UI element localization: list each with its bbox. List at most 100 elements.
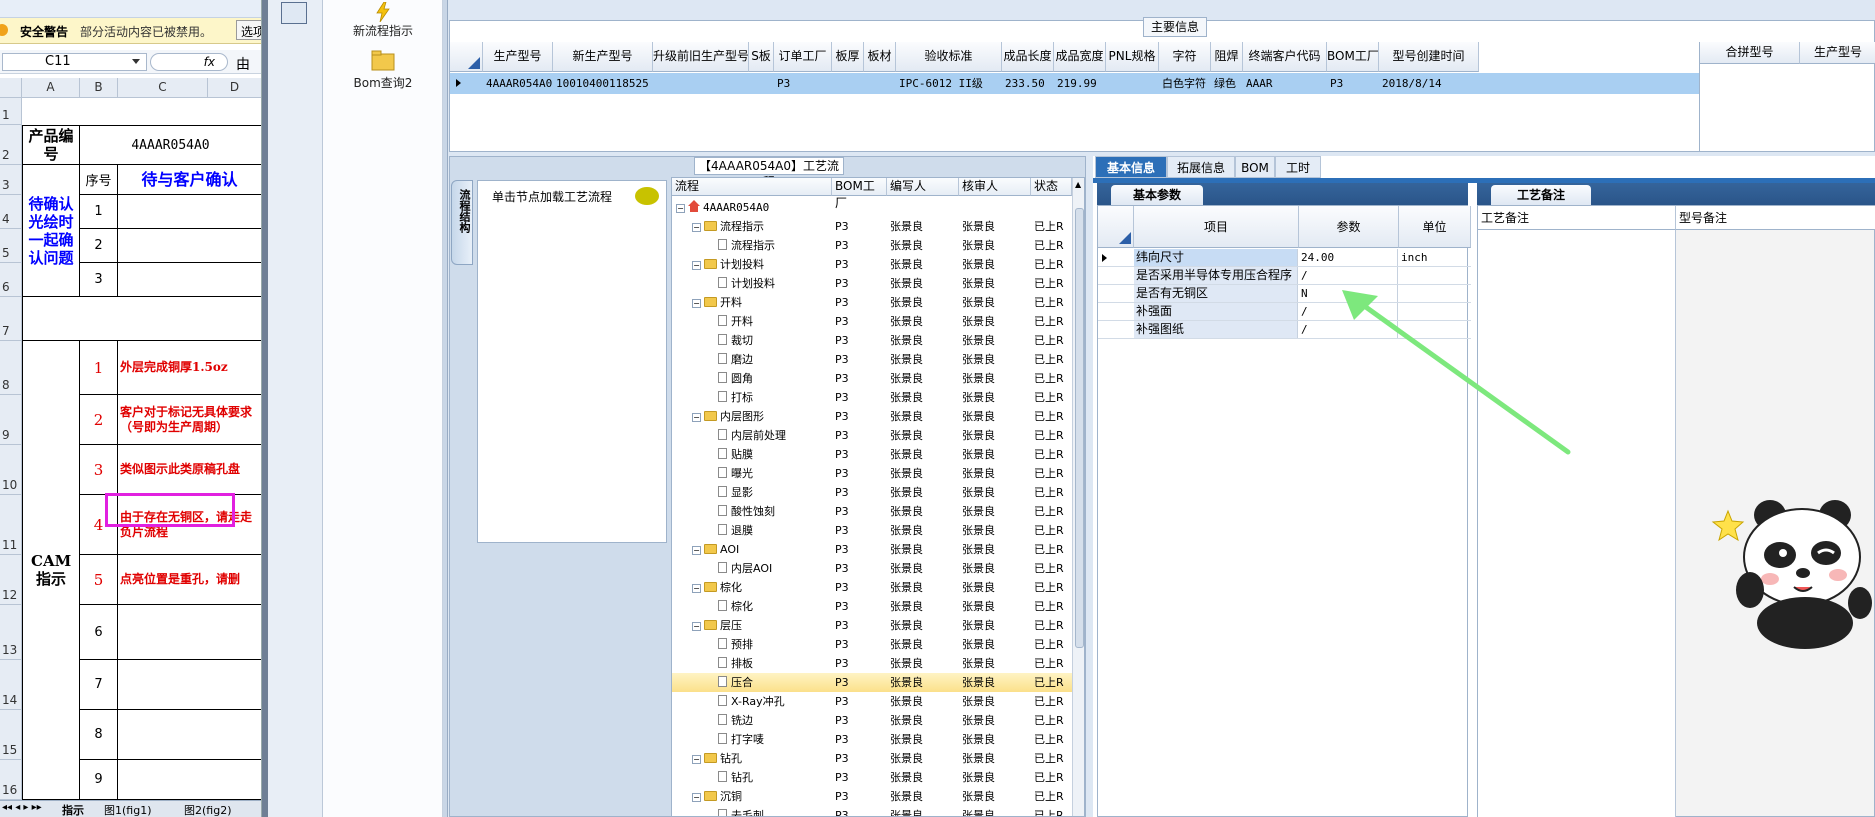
table-cell[interactable]	[864, 73, 896, 94]
tree-leaf-node[interactable]: 打标	[718, 388, 753, 407]
column-header[interactable]: 状态	[1031, 178, 1072, 196]
tree-folder-node[interactable]: − 沉铜	[692, 787, 742, 806]
table-cell[interactable]: 2018/8/14	[1379, 73, 1479, 94]
column-header[interactable]: A	[22, 78, 80, 98]
nav-new-process[interactable]: 新流程指示	[323, 1, 443, 39]
column-header[interactable]: 参数	[1299, 206, 1399, 248]
tree-row[interactable]: 打标 P3 张景良 张景良 已上R	[672, 388, 1072, 407]
collapse-icon[interactable]: −	[692, 755, 701, 764]
tree-folder-node[interactable]: − 层压	[692, 616, 742, 635]
row-header[interactable]: 4	[0, 195, 22, 229]
sheet-tab[interactable]: 图1(fig1)	[104, 802, 152, 817]
table-cell[interactable]: 白色字符	[1159, 73, 1211, 94]
cam-text-cell[interactable]	[118, 760, 261, 800]
param-value[interactable]: 24.00	[1299, 249, 1398, 266]
scrollbar-thumb[interactable]	[1075, 208, 1084, 648]
row-header[interactable]: 15	[0, 710, 22, 760]
tree-leaf-node[interactable]: 压合	[718, 673, 753, 692]
column-header[interactable]: BOM工厂	[832, 178, 887, 210]
tree-row[interactable]: 钻孔 P3 张景良 张景良 已上R	[672, 768, 1072, 787]
param-row[interactable]: 纬向尺寸 24.00 inch	[1098, 249, 1471, 267]
column-header[interactable]: 流程	[672, 178, 832, 196]
row-header[interactable]: 16	[0, 760, 22, 800]
cell[interactable]	[118, 229, 261, 263]
tree-leaf-node[interactable]: X-Ray冲孔	[718, 692, 785, 711]
insert-function-button[interactable]: fx	[150, 53, 228, 71]
tree-folder-node[interactable]: − 流程指示	[692, 217, 764, 236]
remark-title[interactable]: 工艺备注	[1491, 185, 1591, 205]
table-cell[interactable]: P3	[774, 73, 832, 94]
collapse-icon[interactable]: −	[692, 546, 701, 555]
column-header[interactable]: 升级前旧生产型号	[653, 42, 749, 72]
collapse-icon[interactable]: −	[692, 261, 701, 270]
column-header[interactable]: 编写人	[887, 178, 959, 196]
row-header[interactable]: 7	[0, 297, 22, 341]
cam-text-cell[interactable]	[118, 710, 261, 760]
column-header[interactable]: 成品宽度	[1054, 42, 1106, 72]
tree-leaf-node[interactable]: 排板	[718, 654, 753, 673]
collapse-icon[interactable]: −	[692, 793, 701, 802]
tree-row[interactable]: 退膜 P3 张景良 张景良 已上R	[672, 521, 1072, 540]
sheet-tab[interactable]: 图2(fig2)	[184, 802, 232, 817]
tree-row[interactable]: 显影 P3 张景良 张景良 已上R	[672, 483, 1072, 502]
tree-row[interactable]: − 流程指示 P3 张景良 张景良 已上R	[672, 217, 1072, 236]
column-header[interactable]: 板厚	[832, 42, 864, 72]
row-header[interactable]: 6	[0, 263, 22, 297]
column-header[interactable]: 生产型号	[1800, 42, 1875, 64]
tree-leaf-node[interactable]: 棕化	[718, 597, 753, 616]
table-cell[interactable]	[653, 73, 749, 94]
tree-row[interactable]: 内层AOI P3 张景良 张景良 已上R	[672, 559, 1072, 578]
tree-row[interactable]: 计划投料 P3 张景良 张景良 已上R	[672, 274, 1072, 293]
tree-leaf-node[interactable]: 裁切	[718, 331, 753, 350]
param-title[interactable]: 基本参数	[1111, 185, 1203, 205]
chevron-down-icon[interactable]	[132, 59, 140, 64]
cam-num-cell[interactable]: 1	[80, 341, 118, 395]
cell[interactable]	[118, 195, 261, 229]
column-header[interactable]: 核审人	[959, 178, 1031, 196]
cam-num-cell[interactable]: 8	[80, 710, 118, 760]
tree-leaf-node[interactable]: 曝光	[718, 464, 753, 483]
row-header[interactable]: 9	[0, 395, 22, 445]
collapse-icon[interactable]: −	[692, 223, 701, 232]
tree-row[interactable]: − 沉铜 P3 张景良 张景良 已上R	[672, 787, 1072, 806]
table-cell[interactable]: AAAR	[1243, 73, 1327, 94]
table-cell[interactable]: P3	[1327, 73, 1379, 94]
sheet-nav-arrows[interactable]: ◂◂ ◂ ▸ ▸▸	[2, 802, 42, 813]
tree-folder-node[interactable]: − 计划投料	[692, 255, 764, 274]
tree-leaf-node[interactable]: 贴膜	[718, 445, 753, 464]
tree-row[interactable]: − 计划投料 P3 张景良 张景良 已上R	[672, 255, 1072, 274]
row-header[interactable]: 5	[0, 229, 22, 263]
table-cell[interactable]	[749, 73, 774, 94]
tree-leaf-node[interactable]: 钻孔	[718, 768, 753, 787]
row-header[interactable]: 11	[0, 495, 22, 555]
tree-leaf-node[interactable]: 预排	[718, 635, 753, 654]
tree-leaf-node[interactable]: 流程指示	[718, 236, 775, 255]
cam-num-cell[interactable]: 6	[80, 605, 118, 660]
column-header[interactable]: 工艺备注	[1478, 206, 1676, 230]
collapse-icon[interactable]: −	[692, 584, 701, 593]
column-header[interactable]: 型号备注	[1676, 206, 1875, 230]
row-header[interactable]: 1	[0, 98, 22, 125]
cell[interactable]	[22, 297, 261, 341]
nav-bom-query[interactable]: Bom查询2	[323, 48, 443, 91]
tab-extended-info[interactable]: 拓展信息	[1167, 156, 1235, 178]
tree-leaf-node[interactable]: 打字唛	[718, 730, 764, 749]
cam-text-cell[interactable]: 点亮位置是重孔，请删	[118, 555, 261, 605]
tree-row[interactable]: 内层前处理 P3 张景良 张景良 已上R	[672, 426, 1072, 445]
tree-folder-node[interactable]: − 棕化	[692, 578, 742, 597]
tree-row[interactable]: 打字唛 P3 张景良 张景良 已上R	[672, 730, 1072, 749]
warning-options-button[interactable]: 选项	[236, 20, 261, 40]
tab-work-hours[interactable]: 工时	[1275, 156, 1321, 178]
column-header[interactable]: 阻焊	[1211, 42, 1243, 72]
tree-row[interactable]: 酸性蚀刻 P3 张景良 张景良 已上R	[672, 502, 1072, 521]
tree-row[interactable]: − 开料 P3 张景良 张景良 已上R	[672, 293, 1072, 312]
cam-num-cell[interactable]: 3	[80, 445, 118, 495]
tree-leaf-node[interactable]: 内层前处理	[718, 426, 786, 445]
tree-folder-node[interactable]: − 钻孔	[692, 749, 742, 768]
tree-leaf-node[interactable]: 酸性蚀刻	[718, 502, 775, 521]
cam-text-cell[interactable]	[118, 605, 261, 660]
vertical-scrollbar[interactable]: ▲	[1072, 178, 1084, 816]
tree-row[interactable]: 贴膜 P3 张景良 张景良 已上R	[672, 445, 1072, 464]
column-header[interactable]: 新生产型号	[553, 42, 653, 72]
tree-leaf-node[interactable]: 圆角	[718, 369, 753, 388]
